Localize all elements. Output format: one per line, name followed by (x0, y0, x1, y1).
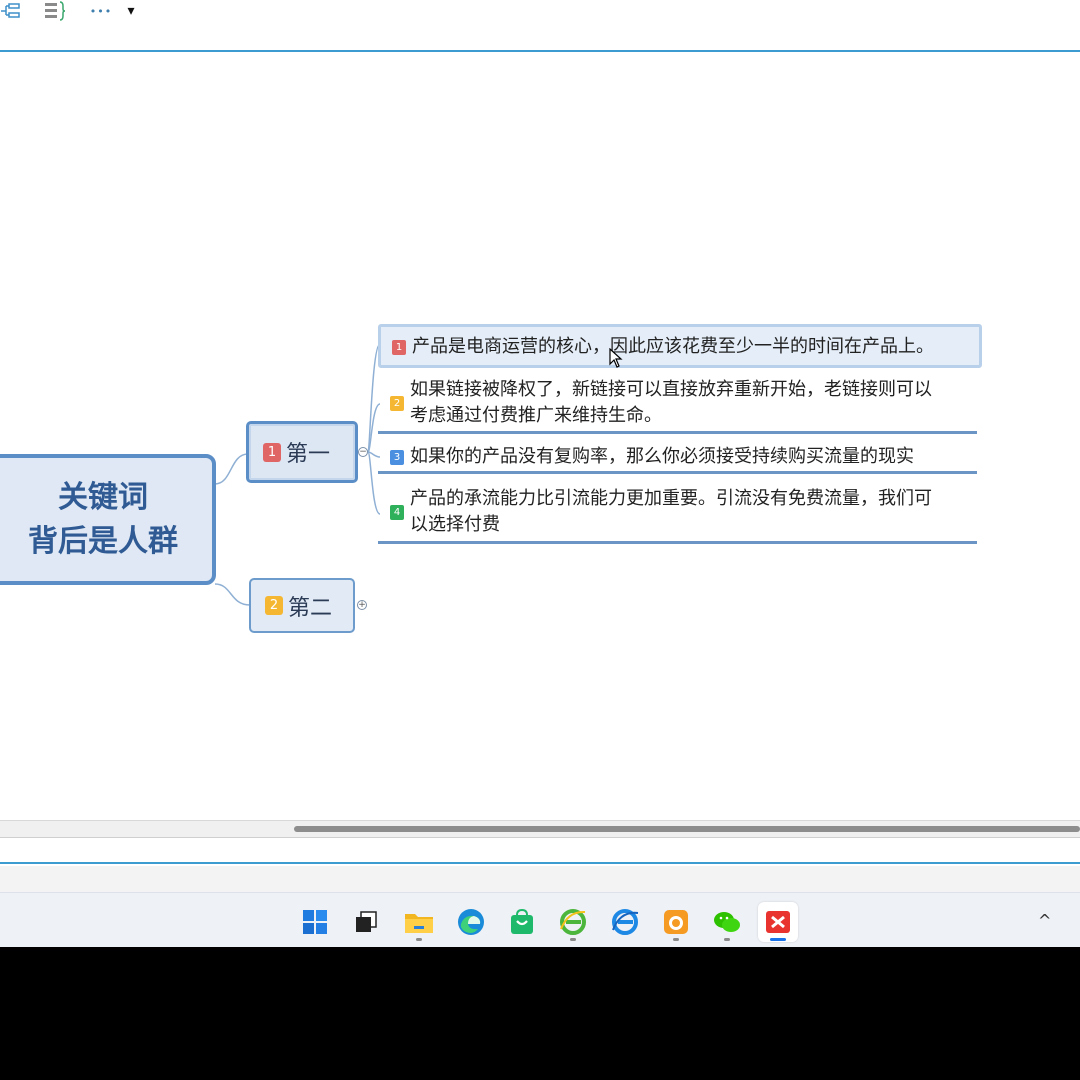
subtopic-text: 如果链接被降权了，新链接可以直接放弃重新开始，老链接则可以 考虑通过付费推广来维… (410, 379, 932, 426)
running-indicator (416, 938, 422, 941)
ie-alt-browser-icon[interactable] (605, 902, 645, 942)
root-topic-line2: 背后是人群 (28, 523, 178, 559)
dropdown-icon[interactable]: ▾ (122, 0, 140, 22)
subtopic-text: 产品的承流能力比引流能力更加重要。引流没有免费流量，我们可 以选择付费 (410, 488, 932, 535)
subtopic-1[interactable]: 1 产品是电商运营的核心，因此应该花费至少一半的时间在产品上。 (378, 324, 982, 368)
mindmap-canvas[interactable]: 关键词 背后是人群 1 第一 − 2 第二 + 1 产品是电商运营的核心，因此应… (0, 54, 1080, 820)
tray-chevron-icon[interactable]: ^ (1038, 911, 1051, 930)
priority-badge: 1 (392, 340, 406, 355)
uc-browser-icon[interactable] (656, 902, 696, 942)
branch-topic-label: 第二 (288, 595, 333, 621)
subtopic-2[interactable]: 2 如果链接被降权了，新链接可以直接放弃重新开始，老链接则可以 考虑通过付费推广… (378, 372, 977, 434)
priority-badge: 2 (265, 596, 283, 615)
priority-badge: 2 (390, 396, 404, 411)
taskbar: ^ (0, 892, 1080, 947)
status-strip (0, 866, 1080, 892)
subtopic-text: 产品是电商运营的核心，因此应该花费至少一半的时间在产品上。 (412, 336, 934, 357)
branch-topic-2[interactable]: 2 第二 (249, 578, 355, 633)
subtopic-text: 如果你的产品没有复购率，那么你必须接受持续购买流量的现实 (410, 446, 914, 467)
store-icon[interactable] (502, 902, 542, 942)
priority-badge: 4 (390, 505, 404, 520)
mouse-cursor-icon (609, 348, 623, 368)
running-indicator (770, 938, 786, 941)
branch-topic-label: 第一 (286, 442, 331, 467)
collapse-toggle-icon[interactable]: − (358, 447, 368, 457)
running-indicator (724, 938, 730, 941)
priority-badge: 3 (390, 450, 404, 465)
priority-badge: 1 (263, 442, 281, 462)
horizontal-scrollbar[interactable] (0, 820, 1080, 838)
root-topic[interactable]: 关键词 背后是人群 (0, 454, 216, 585)
ie-browser-icon[interactable] (553, 902, 593, 942)
expand-toggle-icon[interactable]: + (357, 600, 367, 610)
task-view-icon[interactable] (346, 902, 386, 942)
wechat-icon[interactable] (707, 902, 747, 942)
lower-panel (0, 838, 1080, 864)
list-view-icon[interactable] (42, 0, 68, 22)
scrollbar-thumb[interactable] (294, 826, 1080, 832)
subtopic-4[interactable]: 4 产品的承流能力比引流能力更加重要。引流没有免费流量，我们可 以选择付费 (378, 482, 977, 544)
connector-lines (214, 343, 381, 606)
running-indicator (673, 938, 679, 941)
more-icon[interactable]: ••• (88, 0, 114, 22)
xmind-icon[interactable] (758, 902, 798, 942)
windows-start-icon[interactable] (295, 902, 335, 942)
running-indicator (570, 938, 576, 941)
file-explorer-icon[interactable] (399, 902, 439, 942)
toolbar: ••• ▾ (0, 0, 1080, 52)
outline-view-icon[interactable] (0, 0, 22, 22)
edge-browser-icon[interactable] (451, 902, 491, 942)
app-window: ••• ▾ 关键词 背后是人群 1 第一 − 2 第二 + 1 产品是电商运营的… (0, 0, 1080, 947)
subtopic-3[interactable]: 3 如果你的产品没有复购率，那么你必须接受持续购买流量的现实 (378, 440, 977, 474)
root-topic-line1: 关键词 (58, 479, 148, 515)
branch-topic-1[interactable]: 1 第一 (246, 421, 358, 483)
